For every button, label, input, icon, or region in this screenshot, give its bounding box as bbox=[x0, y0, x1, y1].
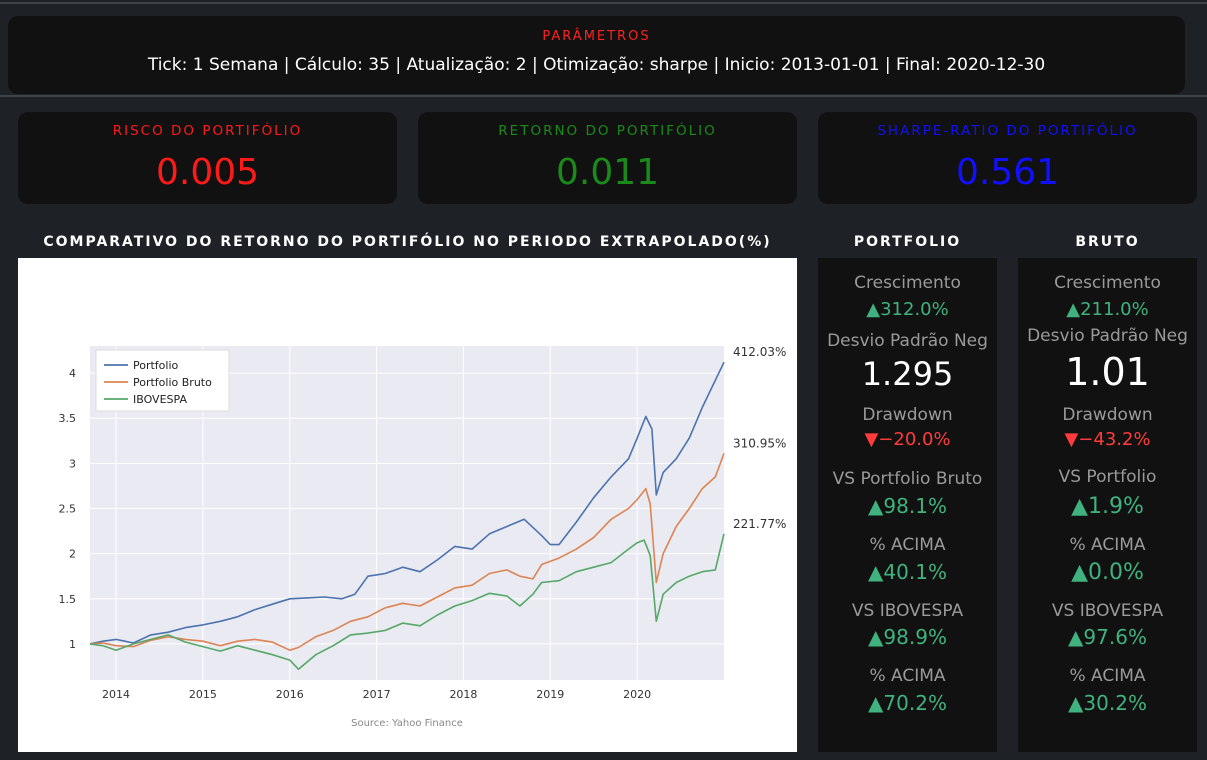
portfolio-acima1-label: % ACIMA bbox=[869, 535, 946, 555]
x-tick-label: 2018 bbox=[449, 688, 477, 701]
bruto-acima1-value: ▲0.0% bbox=[1071, 560, 1144, 585]
params-divider bbox=[0, 95, 1207, 97]
parameters-title: PARÂMETROS bbox=[542, 29, 651, 44]
portfolio-vs-bruto-value: ▲98.1% bbox=[868, 494, 947, 518]
parameters-text: Tick: 1 Semana | Cálculo: 35 | Atualizaç… bbox=[147, 55, 1046, 75]
bruto-acima2-label: % ACIMA bbox=[1069, 666, 1146, 686]
end-label: 310.95% bbox=[733, 436, 786, 450]
portfolio-desvio-value: 1.295 bbox=[861, 355, 954, 393]
x-tick-label: 2014 bbox=[102, 688, 130, 701]
bruto-vs-ibovespa-label: VS IBOVESPA bbox=[1051, 601, 1164, 621]
portfolio-drawdown-value: ▼−20.0% bbox=[864, 429, 951, 450]
bruto-stats-column: Crescimento ▲211.0% Desvio Padrão Neg 1.… bbox=[1018, 258, 1197, 752]
y-tick-label: 2 bbox=[69, 548, 76, 561]
bruto-drawdown-label: Drawdown bbox=[1062, 405, 1153, 425]
return-card: RETORNO DO PORTIFÓLIO 0.011 bbox=[418, 112, 797, 204]
chart-title: COMPARATIVO DO RETORNO DO PORTIFÓLIO NO … bbox=[43, 234, 772, 250]
return-value: 0.011 bbox=[555, 152, 660, 193]
returns-chart[interactable]: 1 1.5 2 2.5 3 3.5 4 2014 2015 2016 2017 2018 2019 20… bbox=[18, 258, 797, 752]
y-tick-label: 3 bbox=[69, 457, 76, 470]
portfolio-desvio-label: Desvio Padrão Neg bbox=[827, 331, 988, 351]
returns-chart-svg: 1 1.5 2 2.5 3 3.5 4 2014 2015 2016 2017 2018 2019 20… bbox=[59, 345, 787, 729]
bruto-desvio-value: 1.01 bbox=[1065, 350, 1150, 394]
x-tick-label: 2019 bbox=[536, 688, 564, 701]
portfolio-drawdown-label: Drawdown bbox=[862, 405, 953, 425]
risk-label: RISCO DO PORTIFÓLIO bbox=[112, 123, 303, 139]
portfolio-vs-ibovespa-label: VS IBOVESPA bbox=[851, 601, 964, 621]
y-tick-label: 4 bbox=[69, 367, 76, 380]
portfolio-growth-value: ▲312.0% bbox=[866, 299, 949, 320]
portfolio-acima2-value: ▲70.2% bbox=[868, 691, 947, 715]
sharpe-value: 0.561 bbox=[955, 152, 1060, 193]
bruto-growth-label: Crescimento bbox=[1054, 273, 1161, 293]
y-tick-label: 1 bbox=[69, 638, 76, 651]
legend-label: IBOVESPA bbox=[133, 393, 187, 406]
return-label: RETORNO DO PORTIFÓLIO bbox=[498, 123, 717, 139]
x-tick-label: 2016 bbox=[276, 688, 304, 701]
portfolio-growth-label: Crescimento bbox=[854, 273, 961, 293]
bruto-acima2-value: ▲30.2% bbox=[1068, 691, 1147, 715]
x-tick-label: 2017 bbox=[363, 688, 391, 701]
portfolio-column-title: PORTFOLIO bbox=[853, 234, 962, 250]
y-tick-label: 2.5 bbox=[59, 502, 77, 515]
x-tick-label: 2015 bbox=[189, 688, 217, 701]
y-tick-label: 1.5 bbox=[59, 593, 77, 606]
x-tick-label: 2020 bbox=[623, 688, 651, 701]
portfolio-stats-column: Crescimento ▲312.0% Desvio Padrão Neg 1.… bbox=[818, 258, 997, 752]
bruto-vs-portfolio-label: VS Portfolio bbox=[1058, 467, 1157, 487]
portfolio-vs-bruto-label: VS Portfolio Bruto bbox=[832, 469, 983, 489]
legend-label: Portfolio Bruto bbox=[133, 376, 212, 389]
bruto-growth-value: ▲211.0% bbox=[1066, 299, 1149, 320]
y-tick-label: 3.5 bbox=[59, 412, 77, 425]
sharpe-label: SHARPE-RATIO DO PORTIFÓLIO bbox=[877, 123, 1138, 139]
sharpe-card: SHARPE-RATIO DO PORTIFÓLIO 0.561 bbox=[818, 112, 1197, 204]
bruto-desvio-label: Desvio Padrão Neg bbox=[1027, 326, 1188, 346]
chart-source: Source: Yahoo Finance bbox=[351, 718, 463, 729]
risk-value: 0.005 bbox=[155, 152, 260, 193]
portfolio-vs-ibovespa-value: ▲98.9% bbox=[868, 625, 947, 649]
bruto-vs-ibovespa-value: ▲97.6% bbox=[1068, 625, 1147, 649]
bruto-acima1-label: % ACIMA bbox=[1069, 535, 1146, 555]
bruto-vs-portfolio-value: ▲1.9% bbox=[1071, 494, 1144, 519]
risk-card: RISCO DO PORTIFÓLIO 0.005 bbox=[18, 112, 397, 204]
parameters-panel: PARÂMETROS Tick: 1 Semana | Cálculo: 35 … bbox=[8, 16, 1185, 94]
end-label: 221.77% bbox=[733, 517, 786, 531]
end-label: 412.03% bbox=[733, 345, 786, 359]
top-divider bbox=[0, 2, 1207, 4]
portfolio-acima1-value: ▲40.1% bbox=[868, 560, 947, 584]
bruto-column-title: BRUTO bbox=[1075, 234, 1140, 250]
legend-label: Portfolio bbox=[133, 359, 179, 372]
bruto-drawdown-value: ▼−43.2% bbox=[1064, 429, 1151, 450]
portfolio-acima2-label: % ACIMA bbox=[869, 666, 946, 686]
